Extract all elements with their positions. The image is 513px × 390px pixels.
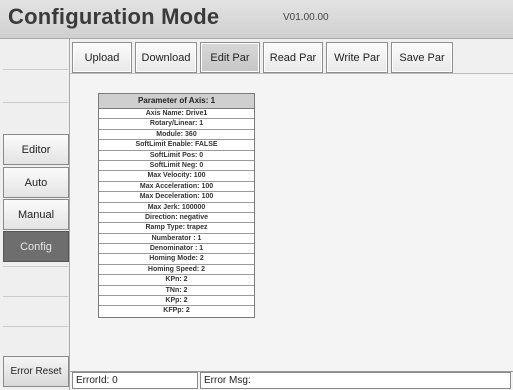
param-row: Max Velocity: 100 [99, 171, 254, 182]
edit-par-button[interactable]: Edit Par [200, 42, 260, 73]
write-par-button[interactable]: Write Par [326, 42, 388, 73]
param-row: Homing Mode: 2 [99, 254, 254, 265]
nav-empty-slot [3, 326, 68, 356]
param-row: KPn: 2 [99, 275, 254, 286]
nav-empty-slot [3, 296, 68, 326]
download-button[interactable]: Download [135, 42, 197, 73]
nav-editor-button[interactable]: Editor [3, 134, 69, 165]
axis-parameter-panel: Parameter of Axis: 1 Axis Name: Drive1 R… [98, 93, 255, 318]
nav-empty-slot [3, 102, 68, 132]
upload-button[interactable]: Upload [72, 42, 132, 73]
nav-manual-button[interactable]: Manual [3, 199, 69, 230]
param-row: Module: 360 [99, 130, 254, 141]
read-par-button[interactable]: Read Par [263, 42, 323, 73]
param-row: Numberator : 1 [99, 234, 254, 245]
error-msg-field: Error Msg: [200, 372, 511, 389]
error-id-field: ErrorId: 0 [72, 372, 198, 389]
param-row: Direction: negative [99, 213, 254, 224]
param-row: KPp: 2 [99, 296, 254, 307]
param-row: SoftLimit Neg: 0 [99, 161, 254, 172]
error-reset-button[interactable]: Error Reset [3, 356, 69, 387]
nav-config-button[interactable]: Config [3, 231, 69, 262]
param-row: Rotary/Linear: 1 [99, 119, 254, 130]
param-row: Ramp Type: trapez [99, 223, 254, 234]
param-row: Max Acceleration: 100 [99, 182, 254, 193]
nav-auto-button[interactable]: Auto [3, 167, 69, 198]
param-row: Homing Speed: 2 [99, 265, 254, 276]
param-row: SoftLimit Enable: FALSE [99, 140, 254, 151]
param-row: Denominator : 1 [99, 244, 254, 255]
param-row: Max Jerk: 100000 [99, 203, 254, 213]
page-title: Configuration Mode [8, 4, 220, 29]
nav-empty-slot [3, 69, 68, 99]
param-row: Axis Name: Drive1 [99, 109, 254, 120]
param-row: SoftLimit Pos: 0 [99, 151, 254, 161]
title-bar: Configuration Mode V01.00.00 [0, 0, 513, 39]
nav-empty-slot [3, 266, 68, 296]
save-par-button[interactable]: Save Par [391, 42, 453, 73]
param-row: Max Deceleration: 100 [99, 192, 254, 203]
param-row: KFPp: 2 [163, 307, 190, 315]
panel-title: Parameter of Axis: 1 [99, 94, 254, 109]
version-label: V01.00.00 [283, 12, 329, 23]
param-row: TNn: 2 [99, 286, 254, 297]
